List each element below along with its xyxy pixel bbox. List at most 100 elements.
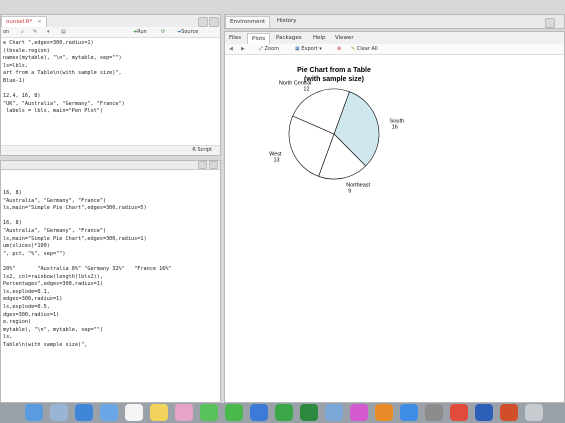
- editor-line: ls=lbls,: [3, 62, 28, 69]
- numbers-icon[interactable]: [275, 404, 293, 421]
- safari-icon[interactable]: [75, 404, 93, 421]
- search-icon[interactable]: ⌕: [21, 27, 24, 37]
- console-line: ls,main="Simple Pie Chart",edges=300,rad…: [3, 235, 147, 242]
- editor-line: 12,4, 16, 8): [3, 93, 41, 100]
- launchpad-icon[interactable]: [50, 404, 68, 421]
- photos-icon[interactable]: [175, 404, 193, 421]
- editor-code-area[interactable]: e Chart ",edges=300,radius=1) (tbsale.reg…: [3, 40, 218, 116]
- tab-history[interactable]: History: [273, 16, 301, 27]
- console-line: "Australia", "Germany", "France"): [3, 227, 107, 234]
- tab-environment[interactable]: Environment: [225, 16, 271, 28]
- editor-line: art from a Table\n(with sample size)",: [3, 70, 122, 77]
- editor-line: "UK", "Australia", "Germany", "France"): [3, 100, 125, 107]
- export-button[interactable]: ▦ Export ▾: [295, 44, 322, 54]
- tab-viewer-label: Viewer: [335, 35, 354, 41]
- source-on-save-checkbox-label[interactable]: on: [3, 27, 9, 37]
- pie-slices: [288, 88, 380, 180]
- tab-viewer[interactable]: Viewer: [331, 33, 358, 44]
- console-line: 16, 8): [3, 190, 22, 196]
- tab-files-label: Files: [229, 35, 242, 41]
- minimize-pane-icon[interactable]: [198, 17, 208, 27]
- chevron-down-icon: ▾: [319, 46, 322, 52]
- editor-line: e Chart ",edges=300,radius=1): [3, 40, 94, 46]
- clear-all-button-label: Clear All: [356, 46, 378, 52]
- messages-icon[interactable]: [200, 404, 218, 421]
- chart-title: Pie Chart from a Table: [297, 67, 371, 74]
- console-line: Percentages",edges=300,radius=1): [3, 281, 103, 288]
- console-line: Table\n(with sample size)",: [3, 341, 88, 348]
- console-line: um(slices)*100): [3, 243, 50, 250]
- calendar-icon[interactable]: [125, 404, 143, 421]
- books-icon[interactable]: [375, 404, 393, 421]
- zoom-icon: ⤢: [259, 46, 264, 52]
- editor-line: Blue-1): [3, 77, 25, 84]
- zoom-button[interactable]: ⤢ Zoom: [259, 44, 279, 54]
- word-icon[interactable]: [475, 404, 493, 421]
- restore-env-pane-icon[interactable]: [545, 18, 555, 28]
- close-icon[interactable]: ×: [37, 19, 42, 25]
- back-arrow-icon[interactable]: ◀: [229, 44, 233, 54]
- clear-all-button[interactable]: ✎ Clear All: [351, 44, 378, 54]
- run-button[interactable]: ➜Run: [133, 27, 147, 37]
- run-button-label: Run: [137, 29, 147, 35]
- powerpoint-icon[interactable]: [500, 404, 518, 421]
- excel-icon[interactable]: [300, 404, 318, 421]
- console-line: 16, 8): [3, 220, 22, 227]
- compile-icon[interactable]: ▤: [61, 27, 66, 37]
- console-line: ls,: [3, 334, 13, 341]
- itunes-icon[interactable]: [350, 404, 368, 421]
- rerun-icon[interactable]: ⟳: [161, 27, 165, 37]
- console-line: ls,explode=0.1,: [3, 288, 50, 295]
- tab-help[interactable]: Help: [309, 33, 330, 44]
- tab-environment-label: Environment: [230, 19, 266, 25]
- chrome-icon[interactable]: [450, 404, 468, 421]
- slice-value: 13: [273, 157, 279, 163]
- editor-line: names(mytable), "\n", mytable, sep=""): [3, 55, 122, 62]
- facetime-icon[interactable]: [225, 404, 243, 421]
- console-output[interactable]: 16, 8) "Australia", "Germany", "France") l…: [3, 190, 218, 349]
- finder-icon[interactable]: [25, 404, 43, 421]
- tab-packages-label: Packages: [276, 35, 302, 41]
- keynote-icon[interactable]: [250, 404, 268, 421]
- source-editor-pane[interactable]: ounsel.R* × on ⌕ ✎ ▾ ▤ ➜Run ⟳ ➔Source e …: [0, 14, 221, 156]
- wand-icon[interactable]: ✎: [33, 27, 37, 37]
- trash-icon[interactable]: [525, 404, 543, 421]
- slice-value: 12: [303, 86, 309, 92]
- mail-icon[interactable]: [100, 404, 118, 421]
- console-line: ", pct, "%", sep=""): [3, 250, 66, 257]
- minimize-console-icon[interactable]: [198, 161, 207, 169]
- console-line: ls2, col=rainbow(length(lbls2)),: [3, 273, 103, 280]
- console-line: edges=300,radius=1): [3, 296, 63, 303]
- maximize-console-icon[interactable]: [209, 161, 218, 169]
- console-line: dges=300,radius=1): [3, 311, 60, 318]
- tab-packages[interactable]: Packages: [272, 33, 306, 44]
- tab-source-file-label: ounsel.R*: [6, 19, 33, 25]
- source-button-label: Source: [181, 29, 199, 35]
- console-line: 20%" "Australia 8%" "Germany 32%" "Franc…: [3, 265, 172, 272]
- console-pane[interactable]: 16, 8) "Australia", "Germany", "France") l…: [0, 160, 221, 403]
- remove-plot-icon[interactable]: ⊗: [337, 44, 341, 54]
- chart-subtitle: (with sample size): [304, 76, 364, 83]
- tab-history-label: History: [277, 18, 297, 24]
- notes-icon[interactable]: [150, 404, 168, 421]
- editor-statusbar: R Script: [1, 145, 220, 155]
- pie-chart: Pie Chart from a Table (with sample size…: [269, 67, 404, 195]
- console-line: "Australia", "Germany", "France"): [3, 197, 107, 204]
- file-type-label[interactable]: R Script: [192, 147, 212, 153]
- source-button[interactable]: ➔Source: [177, 27, 198, 37]
- maximize-pane-icon[interactable]: [209, 17, 219, 27]
- rstudio-icon[interactable]: [325, 404, 343, 421]
- console-line: ls,explode=0.5,: [3, 303, 50, 310]
- plots-pane[interactable]: Files Plots Packages Help Viewer ◀ ▶ ⤢ Z…: [224, 31, 565, 403]
- slice-value: 9: [348, 189, 351, 195]
- appstore-icon[interactable]: [400, 404, 418, 421]
- tab-help-label: Help: [313, 35, 326, 41]
- forward-arrow-icon[interactable]: ▶: [241, 44, 245, 54]
- chevron-down-icon[interactable]: ▾: [47, 27, 50, 37]
- preferences-icon[interactable]: [425, 404, 443, 421]
- plots-toolbar: ◀ ▶ ⤢ Zoom ▦ Export ▾ ⊗ ✎ Clear All: [225, 44, 564, 55]
- tab-files[interactable]: Files: [225, 33, 245, 44]
- console-line: e.region): [3, 319, 32, 326]
